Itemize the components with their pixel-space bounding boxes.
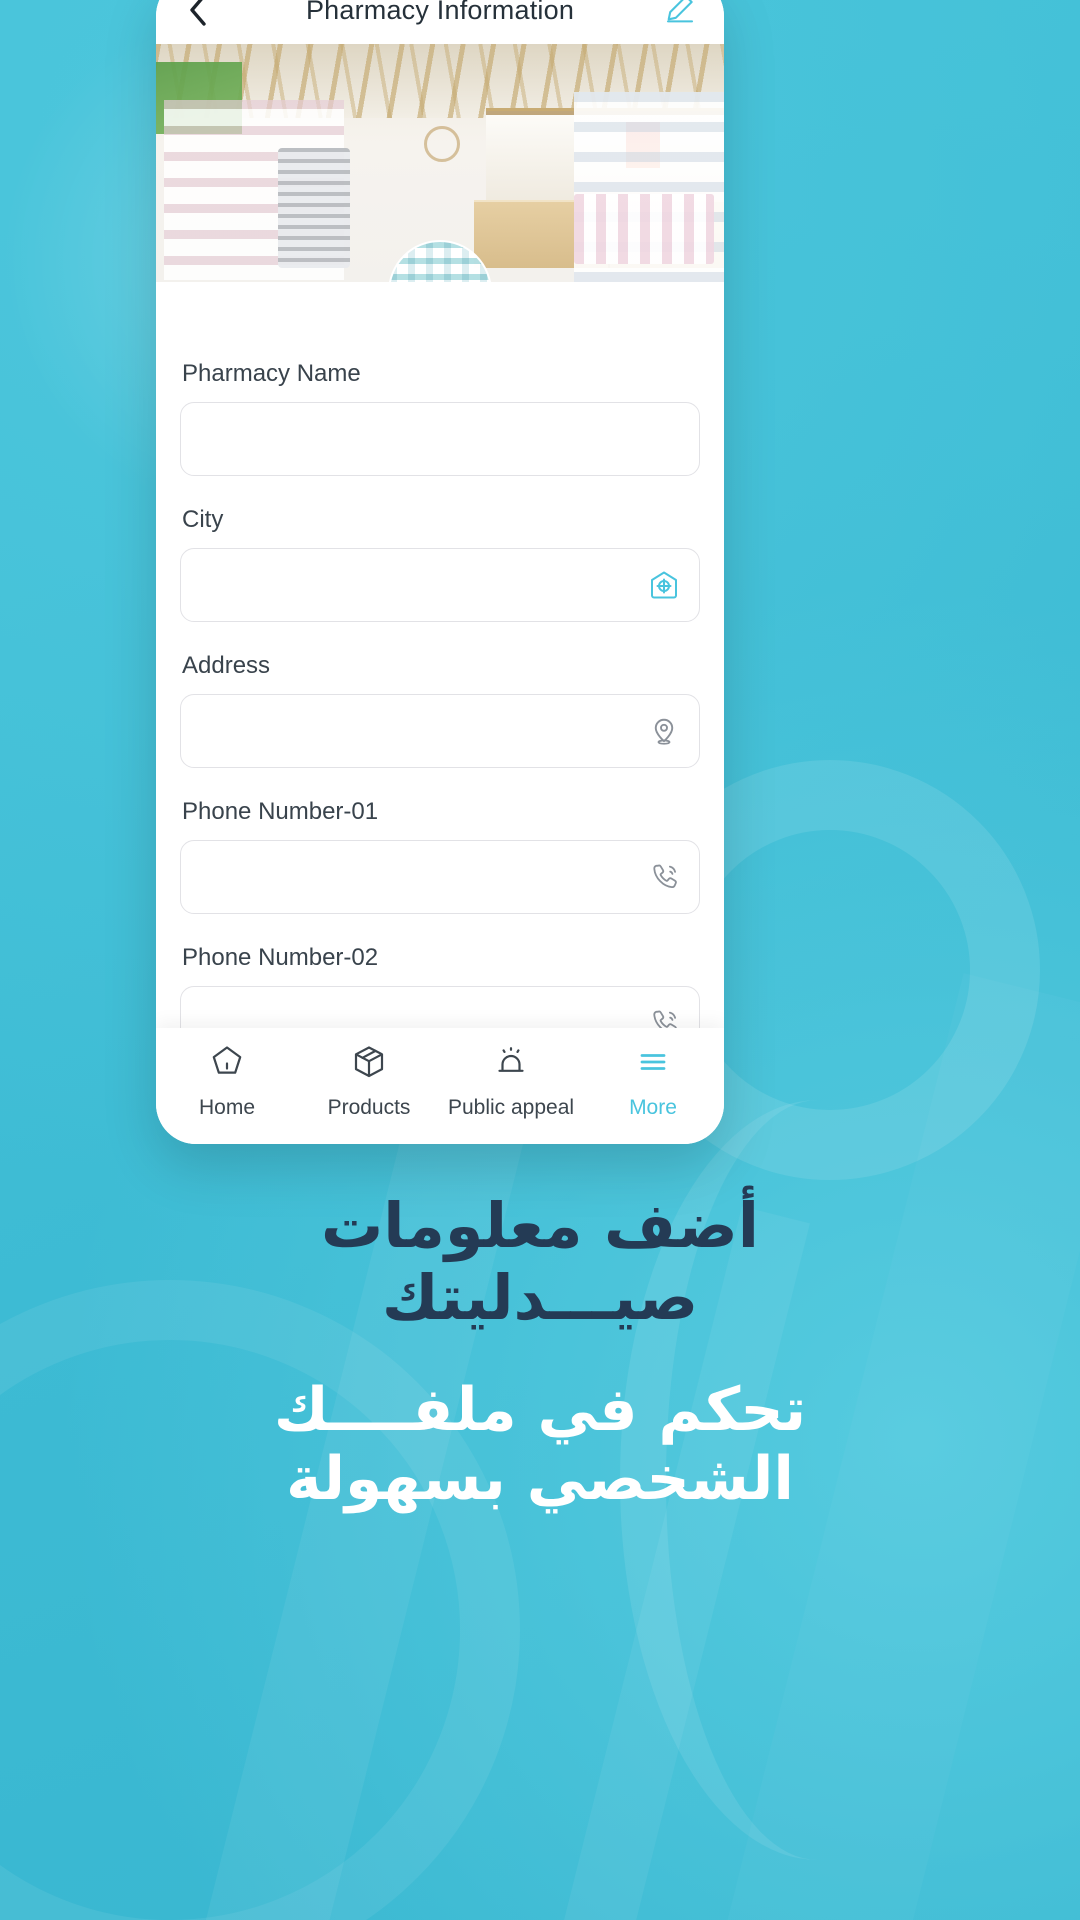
field-pharmacy-name[interactable] (180, 402, 700, 476)
alarm-siren-icon (491, 1042, 531, 1087)
hamburger-menu-icon (633, 1042, 673, 1087)
field-city[interactable] (180, 548, 700, 622)
nav-label-public-appeal: Public appeal (447, 1096, 575, 1119)
city-map-pin-icon[interactable] (647, 568, 681, 602)
label-pharmacy-name: Pharmacy Name (182, 360, 361, 387)
promo-light-line-1: تحكم في ملفــــك (273, 1374, 807, 1445)
promo-dark-line-1: أضف معلومات (320, 1189, 760, 1262)
nav-label-home: Home (198, 1096, 256, 1119)
label-phone-01: Phone Number-01 (182, 798, 379, 825)
banner-carousel-rack (278, 148, 350, 268)
chevron-left-icon (187, 0, 209, 27)
banner-right-products (574, 194, 714, 264)
pharmacy-banner-image[interactable] (156, 44, 724, 282)
label-city: City (182, 506, 224, 533)
city-input[interactable] (199, 572, 647, 598)
app-header: Pharmacy Information (156, 0, 724, 44)
home-pentagon-icon (207, 1042, 247, 1087)
label-address: Address (182, 652, 271, 679)
promo-headline-light: تحكم في ملفــــك الشخصي بسهولة (0, 1374, 1080, 1515)
nav-item-products[interactable]: Products (298, 1042, 440, 1120)
field-address[interactable] (180, 694, 700, 768)
pharmacy-name-input[interactable] (199, 426, 681, 452)
location-pin-icon[interactable] (647, 714, 681, 748)
promo-light-line-2: الشخصي بسهولة (286, 1444, 794, 1515)
phone-call-icon[interactable] (647, 1006, 681, 1028)
nav-label-products: Products (327, 1096, 411, 1119)
field-phone-01[interactable] (180, 840, 700, 914)
phone-call-icon[interactable] (647, 860, 681, 894)
nav-item-public-appeal[interactable]: Public appeal (440, 1042, 582, 1120)
nav-label-more: More (629, 1096, 677, 1119)
promo-headline-dark: أضف معلومات صيـــدليتك (0, 1190, 1080, 1334)
address-input[interactable] (199, 718, 647, 744)
field-phone-02[interactable] (180, 986, 700, 1028)
promo-text-block: أضف معلومات صيـــدليتك تحكم في ملفــــك … (0, 1190, 1080, 1515)
avatar[interactable] (388, 240, 492, 282)
back-button[interactable] (178, 0, 218, 30)
label-phone-02: Phone Number-02 (182, 944, 379, 971)
pencil-edit-icon (665, 0, 695, 28)
page-title: Pharmacy Information (305, 0, 575, 25)
pharmacy-info-form: Pharmacy Name City Address Phone Number-… (156, 282, 724, 1028)
edit-button[interactable] (658, 0, 702, 32)
phone-mockup: Pharmacy Information Pharmacy Name City … (156, 0, 724, 1144)
promo-dark-line-2: صيـــدليتك (381, 1260, 699, 1334)
banner-round-sign (424, 126, 460, 162)
avatar-container[interactable] (388, 240, 492, 282)
phone-02-input[interactable] (199, 1010, 647, 1028)
package-box-icon (349, 1042, 389, 1087)
nav-item-home[interactable]: Home (156, 1042, 298, 1120)
bottom-navigation: Home Products Public appeal More (156, 1028, 724, 1144)
phone-01-input[interactable] (199, 864, 647, 890)
nav-item-more[interactable]: More (582, 1042, 724, 1120)
